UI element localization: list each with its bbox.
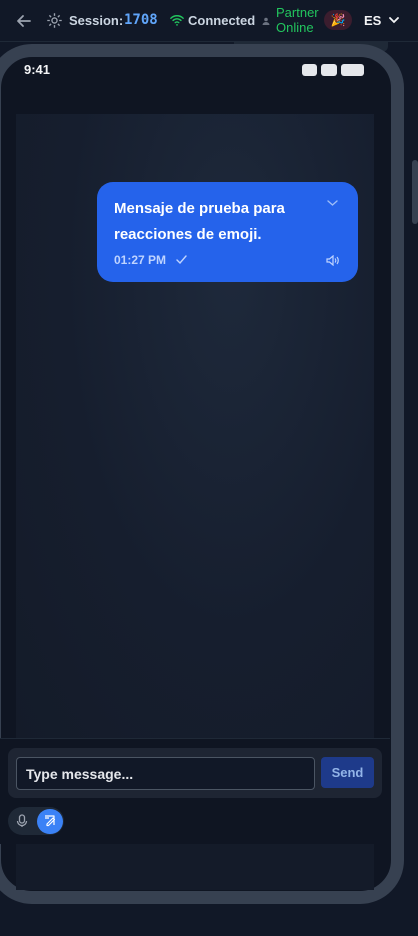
check-icon <box>176 255 187 264</box>
back-arrow-icon[interactable] <box>14 11 34 31</box>
party-button[interactable]: 🎉 <box>324 10 352 30</box>
wifi-icon <box>170 15 184 26</box>
status-time: 9:41 <box>24 62 51 77</box>
top-bar: Session: 1708 Connected Partner Online 🎉… <box>0 0 418 42</box>
edit-icon <box>45 815 56 827</box>
bottom-fill <box>16 844 374 890</box>
gear-icon[interactable] <box>46 12 63 29</box>
message-text: Mensaje de prueba para reacciones de emo… <box>114 200 285 243</box>
session-label: Session: <box>69 13 124 28</box>
scrollbar[interactable] <box>412 160 418 224</box>
signal-icon <box>302 64 317 76</box>
partner-icon <box>262 17 270 25</box>
partner-status: Partner Online <box>276 5 319 35</box>
microphone-icon[interactable] <box>16 814 28 828</box>
chevron-down-icon[interactable] <box>389 16 399 24</box>
message-input[interactable] <box>16 757 315 790</box>
battery-icon <box>341 64 364 76</box>
connection-status: Connected <box>188 13 256 28</box>
chevron-down-icon[interactable] <box>327 199 338 207</box>
speaker-icon[interactable] <box>326 255 339 266</box>
send-button[interactable]: Send <box>321 757 374 788</box>
session-id: 1708 <box>124 12 158 28</box>
status-icons <box>302 64 364 76</box>
wifi-status-icon <box>321 64 337 76</box>
text-mode-button[interactable] <box>37 809 63 834</box>
message-time: 01:27 PM <box>114 253 167 267</box>
language-selector[interactable]: ES <box>364 13 381 28</box>
